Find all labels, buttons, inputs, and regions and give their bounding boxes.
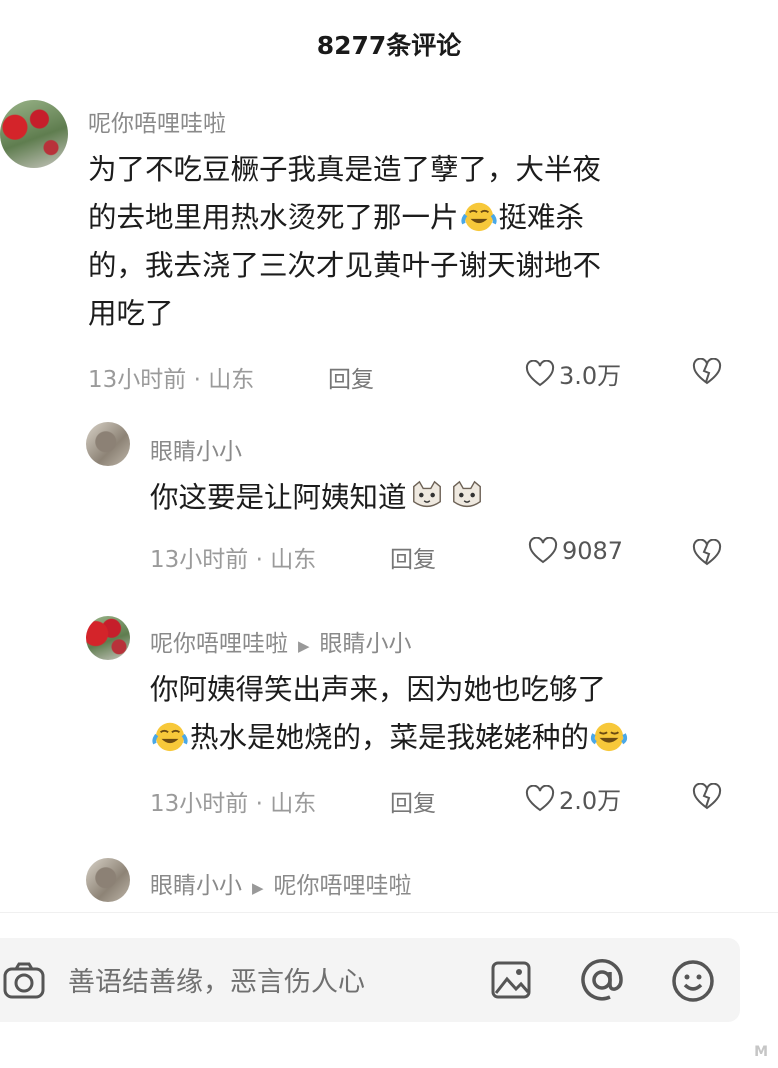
reply-to-username[interactable]: 呢你唔哩哇啦 (274, 873, 412, 899)
reply-button[interactable]: 回复 (390, 540, 436, 574)
comment-input-bar[interactable]: 善语结善缘，恶言伤人心 (0, 938, 740, 1022)
username[interactable]: 呢你唔哩哇啦 (88, 104, 226, 138)
like-count: 9087 (562, 537, 624, 565)
comment-text: 你这要是让阿姨知道 (150, 474, 730, 522)
timestamp-location: 13小时前 · 山东 (88, 367, 255, 393)
reply-button[interactable]: 回复 (390, 784, 436, 818)
camera-icon[interactable] (2, 960, 46, 1000)
divider (0, 912, 778, 913)
page-title: 8277条评论 (316, 31, 462, 60)
like-button[interactable]: 3.0万 (525, 356, 621, 391)
crying-laughing-emoji-icon (152, 722, 188, 752)
reply-arrow-icon: ▶ (252, 879, 264, 897)
dislike-heart-icon[interactable] (692, 539, 722, 567)
like-button[interactable]: 9087 (528, 537, 623, 565)
avatar[interactable] (86, 422, 130, 466)
reply-header: 眼睛小小 ▶ 呢你唔哩哇啦 (150, 866, 412, 900)
timestamp-location: 13小时前 · 山东 (150, 547, 317, 573)
heart-icon (528, 537, 558, 564)
comment-input[interactable]: 善语结善缘，恶言伤人心 (68, 960, 365, 999)
timestamp-location: 13小时前 · 山东 (150, 791, 317, 817)
at-icon[interactable] (580, 958, 624, 1002)
avatar[interactable] (86, 616, 130, 660)
comment-text: 你阿姨得笑出声来，因为她也吃够了 热水是她烧的，菜是我姥姥种的 (150, 666, 750, 762)
cat-emoji-icon (412, 480, 441, 508)
cat-emoji-icon (452, 480, 481, 508)
watermark: M (754, 1044, 768, 1060)
tears-of-joy-emoji-icon (590, 722, 628, 752)
dislike-heart-icon[interactable] (692, 783, 722, 811)
crying-laughing-emoji-icon (460, 202, 497, 232)
heart-icon (525, 784, 555, 811)
reply-button[interactable]: 回复 (328, 360, 374, 394)
emoji-icon[interactable] (670, 958, 716, 1004)
dislike-heart-icon[interactable] (692, 358, 722, 386)
avatar[interactable] (0, 100, 68, 168)
reply-to-username[interactable]: 眼睛小小 (320, 631, 412, 657)
username[interactable]: 眼睛小小 (150, 432, 242, 466)
image-icon[interactable] (490, 960, 532, 1000)
username[interactable]: 眼睛小小 (150, 873, 242, 899)
reply-header: 呢你唔哩哇啦 ▶ 眼睛小小 (150, 624, 412, 658)
like-count: 3.0万 (559, 362, 622, 390)
heart-icon (525, 359, 555, 386)
like-count: 2.0万 (559, 787, 622, 815)
username[interactable]: 呢你唔哩哇啦 (150, 631, 288, 657)
reply-arrow-icon: ▶ (298, 637, 310, 655)
avatar[interactable] (86, 858, 130, 902)
like-button[interactable]: 2.0万 (525, 781, 621, 816)
comment-text: 为了不吃豆橛子我真是造了孽了，大半夜 的去地里用热水烫死了那一片 挺难杀 的，我去… (88, 153, 602, 330)
